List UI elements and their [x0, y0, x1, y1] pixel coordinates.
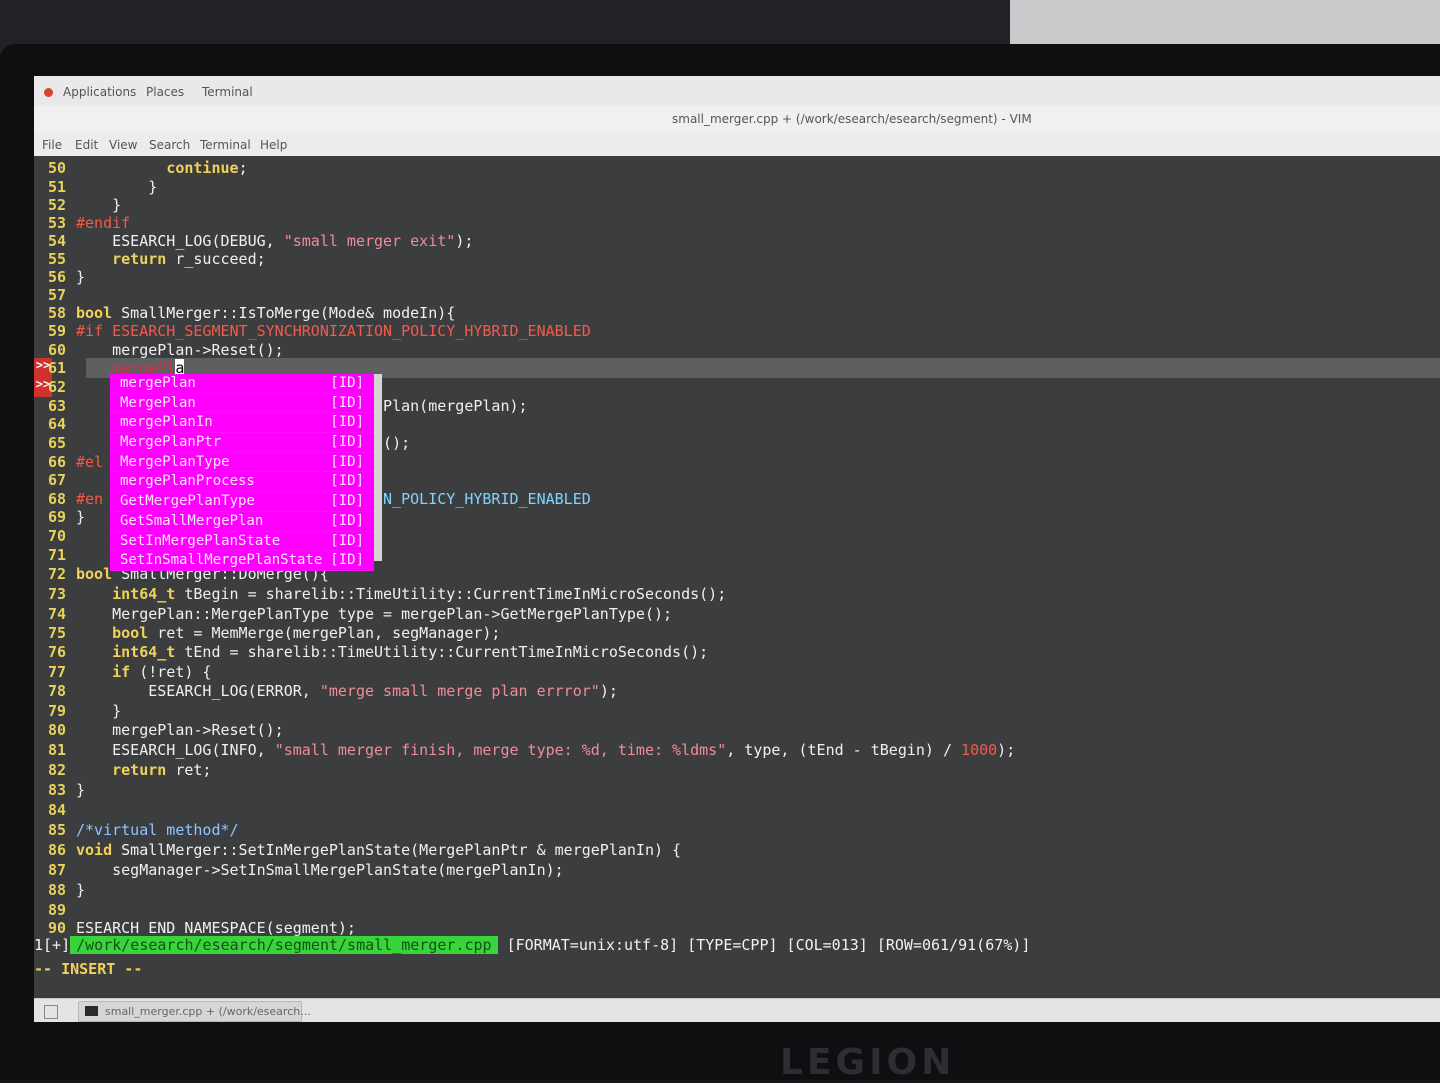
completion-item[interactable]: mergePlanIn [ID]: [110, 413, 374, 434]
code-line: 54 ESEARCH_LOG(DEBUG, "small merger exit…: [47, 232, 474, 250]
code-line: 55 return r_succeed;: [47, 250, 266, 268]
menu-edit[interactable]: Edit: [75, 138, 98, 152]
code-line: 56}: [47, 268, 86, 286]
code-line: 86 void SmallMerger::SetInMergePlanState(…: [47, 841, 682, 859]
window-title: small_merger.cpp + (/work/esearch/esearc…: [672, 112, 1032, 126]
completion-item[interactable]: GetSmallMergePlan [ID]: [110, 512, 374, 532]
buffer-number: 1[+]: [34, 936, 71, 954]
completion-item[interactable]: GetMergePlanType [ID]: [110, 492, 374, 512]
completion-popup[interactable]: mergePlan [ID] MergePlan [ID] mergePlanIn[…: [110, 374, 374, 571]
code-line: 81 ESEARCH_LOG(INFO, "small merger finis…: [47, 741, 1016, 759]
code-line: 62: [47, 378, 66, 396]
code-line: 66 #el: [47, 453, 104, 471]
terminal-icon: [85, 1006, 98, 1016]
applications-menu[interactable]: Applications: [63, 85, 136, 99]
code-line: 84: [47, 801, 66, 819]
completion-item[interactable]: mergePlan [ID]: [110, 374, 374, 394]
completion-item[interactable]: MergePlan [ID]: [110, 394, 374, 414]
completion-scrollbar[interactable]: [374, 374, 382, 561]
code-line: 82 return ret;: [47, 761, 212, 779]
applications-icon[interactable]: [44, 88, 53, 97]
code-line: 60 mergePlan->Reset();: [47, 341, 284, 359]
menu-file[interactable]: File: [42, 138, 62, 152]
monitor-brand: LEGION: [780, 1042, 956, 1083]
code-line: 51 }: [47, 178, 158, 196]
vim-statusline: 1[+]/work/esearch/esearch/segment/small_…: [34, 934, 1030, 956]
completion-item[interactable]: SetInSmallMergePlanState [ID]: [110, 551, 374, 571]
file-info: [FORMAT=unix:utf-8] [TYPE=CPP] [COL=013]…: [506, 936, 1031, 954]
code-line: 64: [47, 415, 66, 433]
menu-help[interactable]: Help: [260, 138, 287, 152]
file-path: /work/esearch/esearch/segment/small_merg…: [70, 936, 498, 954]
top-panel: Applications Places Terminal: [34, 76, 1440, 107]
background-window: [1010, 0, 1440, 48]
terminal-launcher[interactable]: Terminal: [202, 85, 253, 99]
code-line: 78 ESEARCH_LOG(ERROR, "merge small merge…: [47, 682, 618, 700]
taskbar-window-label: small_merger.cpp + (/work/esearch...: [105, 1005, 311, 1018]
menu-view[interactable]: View: [109, 138, 137, 152]
code-line: 50 continue;: [47, 159, 248, 177]
code-line: 53 #endif: [47, 214, 131, 232]
code-line: 76 int64_t tEnd = sharelib::TimeUtility:…: [47, 643, 709, 661]
screen: Applications Places Terminal small_merge…: [34, 76, 1440, 1022]
window-titlebar[interactable]: small_merger.cpp + (/work/esearch/esearc…: [34, 106, 1440, 132]
menu-search[interactable]: Search: [149, 138, 190, 152]
code-line: 89: [47, 901, 66, 919]
menubar: File Edit View Search Terminal Help: [34, 132, 1440, 157]
taskbar: small_merger.cpp + (/work/esearch...: [34, 998, 1440, 1022]
vim-editor[interactable]: 50 continue; 51 } 52 } 53 #endif 54 ESEAR…: [34, 156, 1440, 998]
code-line: 85/*virtual method*/: [47, 821, 239, 839]
code-line: 80 mergePlan->Reset();: [47, 721, 284, 739]
code-line: 70: [47, 527, 66, 545]
code-line: 58 bool SmallMerger::IsToMerge(Mode& mode…: [47, 304, 456, 322]
code-line: 59 #if ESEARCH_SEGMENT_SYNCHRONIZATION_PO…: [47, 322, 591, 340]
code-line: 73 int64_t tBegin = sharelib::TimeUtilit…: [47, 585, 727, 603]
taskbar-window-button[interactable]: small_merger.cpp + (/work/esearch...: [78, 1001, 311, 1022]
completion-item[interactable]: MergePlanType [ID]: [110, 453, 374, 473]
code-line: 83}: [47, 781, 86, 799]
code-line: 77 if (!ret) {: [47, 663, 212, 681]
menu-terminal[interactable]: Terminal: [200, 138, 251, 152]
code-line: 87 segManager->SetInSmallMergePlanState(…: [47, 861, 564, 879]
completion-item[interactable]: SetInMergePlanState [ID]: [110, 532, 374, 552]
code-line: 52 }: [47, 196, 122, 214]
vim-mode: -- INSERT --: [34, 960, 143, 978]
places-menu[interactable]: Places: [146, 85, 184, 99]
completion-item[interactable]: mergePlanProcess [ID]: [110, 472, 374, 493]
show-desktop-icon[interactable]: [44, 1005, 58, 1019]
code-line: 57: [47, 286, 66, 304]
code-line: 74 MergePlan::MergePlanType type = merge…: [47, 605, 673, 623]
code-line: 88}: [47, 881, 86, 899]
code-line: 75 bool ret = MemMerge(mergePlan, segMan…: [47, 624, 501, 642]
code-line: 71: [47, 546, 66, 564]
code-line: 67: [47, 471, 66, 489]
code-line: 69}: [47, 508, 86, 526]
completion-item[interactable]: MergePlanPtr [ID]: [110, 433, 374, 453]
code-line: 79 }: [47, 702, 122, 720]
